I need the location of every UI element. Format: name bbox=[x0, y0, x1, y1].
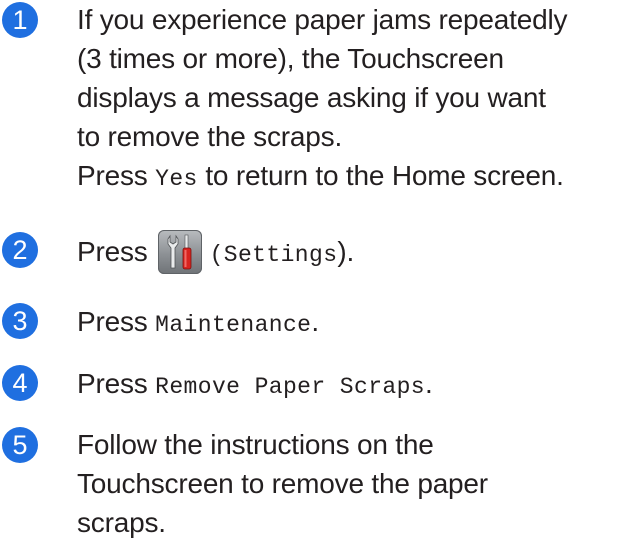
press-label: Press bbox=[77, 160, 156, 191]
step-number-badge: 4 bbox=[2, 365, 38, 401]
suffix: . bbox=[311, 306, 319, 337]
suffix: . bbox=[425, 368, 433, 399]
step-3-line: Press Maintenance. bbox=[77, 302, 620, 345]
step-2-text: Press (Settings). bbox=[77, 229, 620, 275]
settings-icon bbox=[157, 229, 202, 274]
press-label: Press bbox=[77, 236, 148, 267]
remove-paper-scraps-button-label: Remove Paper Scraps bbox=[155, 374, 425, 400]
step-1-line-1: If you experience paper jams repeatedly bbox=[77, 4, 568, 35]
step-5-line-1: Follow the instructions on the bbox=[77, 429, 434, 460]
step-5-line-2: Touchscreen to remove the paper bbox=[77, 468, 488, 499]
step-2-line: Press (Settings). bbox=[77, 229, 620, 275]
step-5-text: Follow the instructions on the Touchscre… bbox=[77, 425, 620, 542]
yes-button-label: Yes bbox=[155, 166, 198, 192]
suffix: ). bbox=[337, 236, 355, 267]
press-suffix: to return to the Home screen. bbox=[197, 160, 564, 191]
step-4-line: Press Remove Paper Scraps. bbox=[77, 364, 620, 407]
press-label: Press bbox=[77, 306, 156, 337]
step-1-text: If you experience paper jams repeatedly … bbox=[77, 0, 620, 199]
step-1-line-3: displays a message asking if you want bbox=[77, 82, 546, 113]
step-1-line-2: (3 times or more), the Touchscreen bbox=[77, 43, 504, 74]
step-4-text: Press Remove Paper Scraps. bbox=[77, 364, 620, 407]
step-number-badge: 1 bbox=[2, 2, 38, 38]
step-5-line-3: scraps. bbox=[77, 507, 166, 538]
step-1-line-4: to remove the scraps. bbox=[77, 121, 343, 152]
step-1-line-5: Press Yes to return to the Home screen. bbox=[77, 156, 620, 199]
step-number-badge: 2 bbox=[2, 232, 38, 268]
step-number-badge: 5 bbox=[2, 427, 38, 463]
step-number-badge: 3 bbox=[2, 303, 38, 339]
step-3-text: Press Maintenance. bbox=[77, 302, 620, 345]
maintenance-button-label: Maintenance bbox=[155, 312, 312, 338]
press-label: Press bbox=[77, 368, 156, 399]
settings-button-label: (Settings bbox=[209, 242, 338, 268]
